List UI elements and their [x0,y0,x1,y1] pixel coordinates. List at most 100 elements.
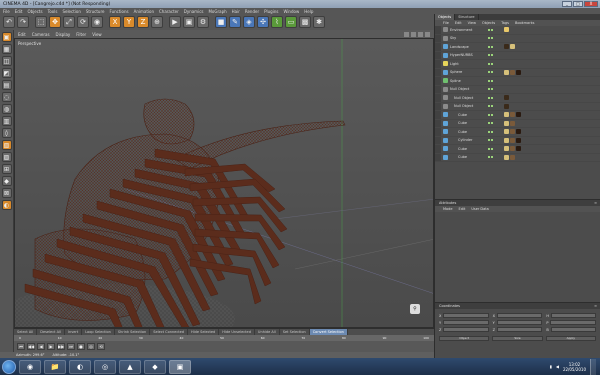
editor-visibility-dot[interactable] [488,71,490,74]
material-tag-icon[interactable] [516,129,521,135]
editor-visibility-dot[interactable] [488,88,490,91]
visibility-flags[interactable] [488,62,498,65]
editor-visibility-dot[interactable] [488,37,490,40]
material-tag-icon[interactable] [510,120,515,126]
coord-input[interactable] [443,327,489,332]
playback-control-0[interactable]: ⏮ [17,342,25,350]
object-name[interactable]: Cube [450,121,488,125]
material-tag-icon[interactable] [504,154,509,160]
tab-structure[interactable]: Structure [455,14,479,20]
start-button[interactable] [2,359,16,374]
left-tool-9-icon[interactable]: ▧ [1,140,12,150]
object-name[interactable]: Cube [450,130,488,134]
coord-input[interactable] [443,313,489,318]
material-tag-icon[interactable] [510,154,515,160]
left-tool-11-icon[interactable]: ⊞ [1,164,12,174]
left-tool-4-icon[interactable]: ▤ [1,80,12,90]
object-name[interactable]: Sphere [450,70,488,74]
editor-visibility-dot[interactable] [488,28,490,31]
material-tag-icon[interactable] [504,44,509,50]
menu-window[interactable]: Window [283,9,299,14]
volume-icon[interactable]: ◀ [556,364,559,369]
render-view-icon[interactable]: ▶ [169,16,181,28]
material-tag-icon[interactable] [516,146,521,152]
coord-input[interactable] [550,327,596,332]
render-visibility-dot[interactable] [491,71,493,74]
object-name[interactable]: Environment [450,28,488,32]
zoom-icon[interactable] [411,31,416,37]
render-visibility-dot[interactable] [491,105,493,108]
material-tag-icon[interactable] [510,137,515,143]
obj-menu-objects[interactable]: Objects [482,21,495,25]
recent-icon[interactable]: ◉ [91,16,103,28]
render-visibility-dot[interactable] [491,28,493,31]
menu-hair[interactable]: Hair [232,9,240,14]
material-tag-icon[interactable] [510,69,515,75]
menu-render[interactable]: Render [245,9,259,14]
rotate-icon[interactable]: ⟳ [77,16,89,28]
material-tag-icon[interactable] [510,129,515,135]
editor-visibility-dot[interactable] [488,130,490,133]
taskbar-app-0-icon[interactable]: ◉ [19,359,41,374]
taskbar-app-5-icon[interactable]: ◆ [144,359,166,374]
visibility-flags[interactable] [488,147,498,150]
tab-objects[interactable]: Objects [435,14,456,20]
pan-icon[interactable] [404,31,409,37]
menu-edit[interactable]: Edit [15,9,23,14]
menu-character[interactable]: Character [159,9,179,14]
panel-menu-icon[interactable]: ≡ [594,303,597,309]
menu-dynamics[interactable]: Dynamics [184,9,204,14]
undo-icon[interactable]: ↶ [3,16,15,28]
object-row[interactable]: Cube [435,145,600,154]
render-visibility-dot[interactable] [491,147,493,150]
left-tool-12-icon[interactable]: ◆ [1,176,12,186]
left-tool-8-icon[interactable]: ◊ [1,128,12,138]
coord-input[interactable] [443,320,489,325]
light-icon[interactable]: ✱ [313,16,325,28]
object-row[interactable]: Cube [435,111,600,120]
object-name[interactable]: Cube [450,113,488,117]
object-row[interactable]: Environment [435,26,600,35]
attr-menu-mode[interactable]: Mode [443,207,453,211]
taskbar-app-3-icon[interactable]: ◎ [94,359,116,374]
viewport-menu-cameras[interactable]: Cameras [32,32,50,37]
live-select-icon[interactable]: ⬚ [35,16,47,28]
object-name[interactable]: Null Object [450,87,488,91]
scale-icon[interactable]: ⤢ [63,16,75,28]
object-row[interactable]: Cube [435,119,600,128]
material-tag-icon[interactable] [504,129,509,135]
visibility-flags[interactable] [488,122,498,125]
orbit-icon[interactable] [418,31,423,37]
network-icon[interactable]: ▮ [550,364,552,369]
material-tag-icon[interactable] [516,112,521,118]
perspective-viewport[interactable]: Perspective ⚲ [14,38,434,328]
playback-control-4[interactable]: ▶▶ [57,342,65,350]
edit-render-settings-icon[interactable]: ⚙ [197,16,209,28]
coord-input[interactable] [497,327,543,332]
render-visibility-dot[interactable] [491,156,493,159]
object-name[interactable]: Light [450,62,488,66]
editor-visibility-dot[interactable] [488,147,490,150]
left-tool-10-icon[interactable]: ▨ [1,152,12,162]
mode-deselect-all[interactable]: Deselect All [37,329,65,335]
visibility-flags[interactable] [488,96,498,99]
obj-menu-file[interactable]: File [443,21,449,25]
subdivide-icon[interactable]: ◈ [243,16,255,28]
render-visibility-dot[interactable] [491,113,493,116]
visibility-flags[interactable] [488,88,498,91]
material-tag-icon[interactable] [510,146,515,152]
render-visibility-dot[interactable] [491,62,493,65]
left-tool-7-icon[interactable]: ▥ [1,116,12,126]
object-row[interactable]: Cube [435,153,600,162]
menu-animation[interactable]: Animation [134,9,154,14]
render-visibility-dot[interactable] [491,122,493,125]
object-name[interactable]: Null Object [450,104,488,108]
attr-menu-edit[interactable]: Edit [459,207,466,211]
visibility-flags[interactable] [488,139,498,142]
obj-menu-bookmarks[interactable]: Bookmarks [515,21,535,25]
coord-input[interactable] [550,320,596,325]
coord-input[interactable] [497,313,543,318]
playback-control-5[interactable]: ⏭ [67,342,75,350]
mode-shrink-selection[interactable]: Shrink Selection [115,329,151,335]
obj-menu-edit[interactable]: Edit [455,21,462,25]
